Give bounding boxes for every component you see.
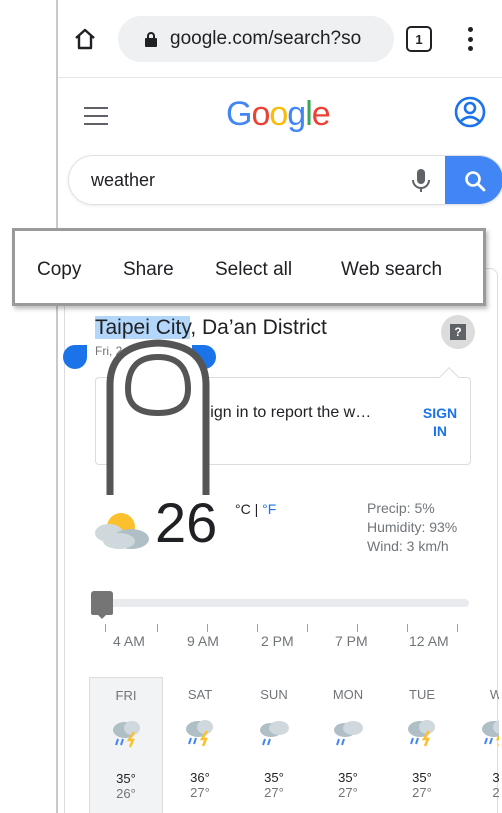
tab-count: 1 — [415, 31, 423, 47]
humidity: Humidity: 93% — [367, 519, 458, 535]
forecast-day[interactable]: MON 35° 27° — [311, 677, 385, 813]
signin-prompt: I… …now? Sign in to report the w… SIGN I… — [95, 367, 471, 465]
celsius-unit[interactable]: °C — [235, 501, 251, 517]
high-temp: 35° — [338, 770, 358, 785]
low-temp: 27° — [412, 785, 432, 800]
hour-slider-track[interactable] — [101, 599, 469, 607]
hour-tick — [105, 624, 106, 632]
high-temp: 35° — [116, 771, 136, 786]
search-button[interactable] — [445, 156, 502, 204]
logo-letter: o — [269, 95, 288, 133]
forecast-day[interactable]: W 32 — [459, 677, 499, 813]
copy-menu-item[interactable]: Copy — [37, 259, 81, 281]
hour-tick — [307, 624, 308, 632]
high-temp: 35° — [264, 770, 284, 785]
high-temp: 35° — [412, 770, 432, 785]
select-all-menu-item[interactable]: Select all — [215, 259, 292, 281]
forecast-day[interactable]: SUN 35° 27° — [237, 677, 311, 813]
thunderstorm-icon — [405, 717, 439, 747]
logo-letter: G — [226, 95, 252, 133]
day-name: MON — [332, 687, 364, 702]
browser-toolbar: google.com/search?so 1 — [58, 0, 502, 78]
forecast-day[interactable]: TUE 35° 27° — [385, 677, 459, 813]
url-bar[interactable]: google.com/search?so — [118, 16, 394, 62]
weather-location[interactable]: Taipei City, Da’an District — [95, 316, 327, 340]
google-logo[interactable]: Google — [226, 95, 331, 134]
lock-icon — [145, 32, 157, 47]
low-temp: 26° — [116, 786, 136, 801]
partly-cloudy-icon — [95, 513, 149, 549]
fahrenheit-unit[interactable]: °F — [262, 501, 276, 517]
high-temp: 3 — [492, 770, 499, 785]
signin-prompt-text: I… …now? Sign in to report the w… — [116, 404, 372, 421]
day-name: FRI — [115, 688, 137, 703]
hour-label: 2 PM — [261, 633, 294, 649]
thunderstorm-icon — [110, 718, 144, 748]
high-temp: 36° — [190, 770, 210, 785]
share-menu-item[interactable]: Share — [123, 259, 174, 281]
browser-menu-button[interactable] — [458, 24, 482, 54]
rain-icon — [257, 717, 291, 747]
hour-tick — [157, 624, 158, 632]
rain-icon — [331, 717, 365, 747]
hour-tick — [257, 624, 258, 632]
hour-label: 4 AM — [113, 633, 145, 649]
day-name: W — [489, 687, 499, 702]
thunderstorm-icon — [479, 717, 499, 747]
forecast-day[interactable]: FRI 35° 26° — [89, 677, 163, 813]
hamburger-menu-icon[interactable] — [84, 107, 108, 125]
microphone-icon[interactable] — [411, 168, 431, 194]
sign-in-link[interactable]: SIGN IN — [418, 404, 462, 440]
hour-label: 12 AM — [409, 633, 449, 649]
selected-text[interactable]: Taipei City — [95, 316, 191, 339]
hour-tick — [457, 624, 458, 632]
precipitation: Precip: 5% — [367, 500, 435, 516]
hour-tick — [207, 624, 208, 632]
account-icon[interactable] — [454, 96, 486, 128]
logo-letter: o — [251, 95, 270, 133]
low-temp: 2 — [492, 785, 499, 800]
location-rest: , Da’an District — [190, 316, 327, 339]
current-temperature: 26 — [155, 491, 218, 554]
low-temp: 27° — [190, 785, 210, 800]
logo-letter: g — [287, 95, 306, 133]
hour-tick — [357, 624, 358, 632]
more-vert-icon — [467, 27, 473, 32]
web-search-menu-item[interactable]: Web search — [341, 259, 442, 281]
low-temp: 27° — [338, 785, 358, 800]
daily-forecast: FRI 35° 26° SAT 36° 27° SUN 35° 27° MON 35° 27° TUE 3… — [89, 677, 499, 813]
logo-letter: e — [311, 95, 331, 133]
low-temp: 27° — [264, 785, 284, 800]
hour-label: 7 PM — [335, 633, 368, 649]
forecast-day[interactable]: SAT 36° 27° — [163, 677, 237, 813]
question-icon: ? — [450, 324, 466, 340]
hour-slider-thumb[interactable] — [91, 591, 113, 619]
search-icon — [465, 171, 486, 192]
home-icon — [75, 28, 95, 50]
weather-stats: Precip: 5% Humidity: 93% Wind: 3 km/h — [367, 499, 457, 556]
hour-tick — [407, 624, 408, 632]
tab-switcher-button[interactable]: 1 — [406, 26, 432, 52]
day-name: SAT — [187, 687, 213, 702]
url-text: google.com/search?so — [170, 28, 362, 49]
wind: Wind: 3 km/h — [367, 538, 449, 554]
selection-handle-start[interactable] — [63, 345, 87, 369]
feedback-button[interactable]: ? — [441, 315, 475, 349]
day-name: TUE — [409, 687, 435, 702]
selection-handle-end[interactable] — [192, 345, 216, 369]
text-selection-menu: Copy Share Select all Web search — [12, 228, 486, 306]
home-button[interactable] — [68, 22, 102, 56]
weather-card: Taipei City, Da’an District Fri, 2… …st…… — [64, 268, 499, 813]
thunderstorm-icon — [183, 717, 217, 747]
search-box[interactable]: weather — [68, 155, 502, 205]
unit-toggle[interactable]: °C | °F — [235, 501, 276, 517]
hour-label: 9 AM — [187, 633, 219, 649]
browser-frame: google.com/search?so 1 Google weather Ta… — [56, 0, 502, 813]
search-input[interactable]: weather — [91, 170, 155, 191]
day-name: SUN — [260, 687, 288, 702]
